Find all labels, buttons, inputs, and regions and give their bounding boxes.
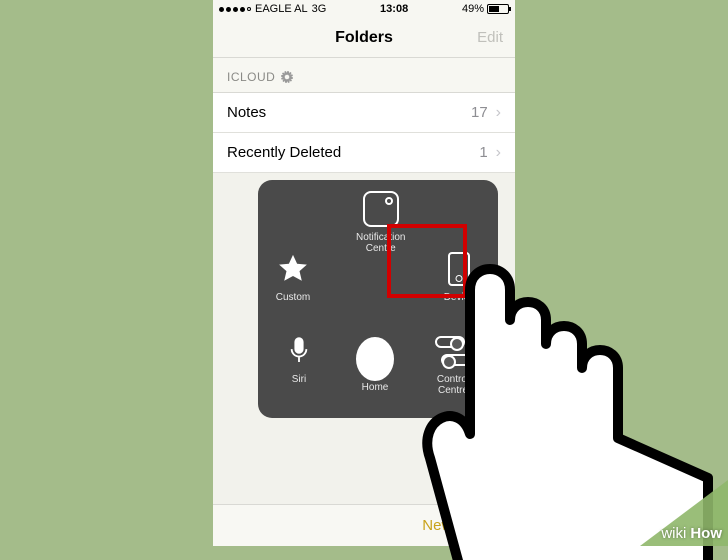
folder-count: 1 (479, 144, 487, 161)
home-button-icon (356, 340, 394, 378)
bottom-toolbar: New Folder (213, 504, 515, 546)
carrier-label: EAGLE AL (255, 3, 308, 15)
assistive-item-home[interactable]: Home (356, 340, 394, 393)
assistive-item-custom[interactable]: Custom (274, 250, 312, 303)
network-label: 3G (312, 3, 327, 15)
chevron-right-icon: › (496, 144, 501, 162)
notification-icon (362, 190, 400, 228)
icloud-label: ICLOUD (227, 70, 275, 84)
page-title: Folders (335, 29, 393, 47)
toggles-icon (434, 332, 472, 370)
new-folder-button[interactable]: New Folder (422, 517, 499, 534)
folder-count: 17 (471, 104, 488, 121)
clock: 13:08 (380, 3, 408, 15)
battery-icon (487, 4, 509, 14)
assistive-item-siri[interactable]: Siri (280, 332, 318, 385)
signal-dots-icon (219, 7, 251, 12)
watermark: wikiHow (661, 525, 722, 542)
folder-label: Notes (227, 104, 266, 121)
section-header-icloud: ICLOUD (213, 58, 515, 93)
assistive-item-control[interactable]: ControlCentre (434, 332, 472, 396)
chevron-right-icon: › (496, 104, 501, 122)
nav-bar: Folders Edit (213, 18, 515, 58)
microphone-icon (280, 332, 318, 370)
battery-percent: 49% (462, 3, 484, 15)
folder-row-notes[interactable]: Notes 17 › (213, 93, 515, 133)
status-bar: EAGLE AL 3G 13:08 49% (213, 0, 515, 18)
edit-button[interactable]: Edit (477, 29, 503, 46)
assistive-touch-menu: NotificationCentre Custom Device Siri Co… (258, 180, 498, 418)
loading-spinner-icon (281, 71, 293, 83)
folder-row-recently-deleted[interactable]: Recently Deleted 1 › (213, 133, 515, 173)
star-icon (274, 250, 312, 288)
folder-label: Recently Deleted (227, 144, 341, 161)
highlight-box (387, 224, 467, 298)
